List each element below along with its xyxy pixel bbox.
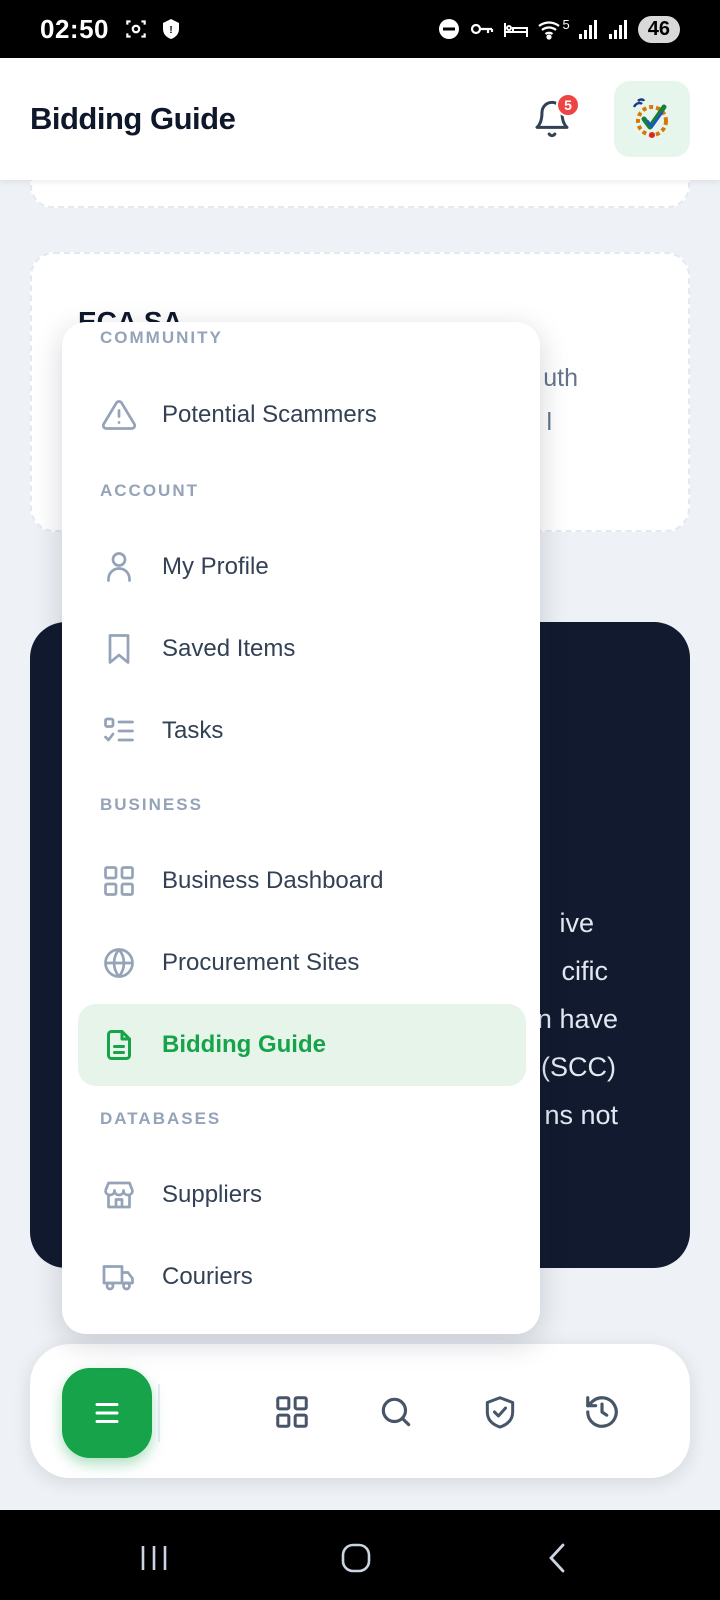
status-bar: 02:50 ! 5 46 [0, 0, 720, 58]
app-logo-icon [632, 98, 668, 138]
search-icon [381, 1397, 411, 1427]
menu-item-label: Couriers [162, 1263, 253, 1290]
menu-item-label: Suppliers [162, 1181, 263, 1208]
bottom-nav [30, 1344, 690, 1478]
app-logo-button[interactable] [614, 81, 690, 157]
recent-apps-button[interactable] [134, 1538, 174, 1578]
status-time: 02:50 [40, 13, 109, 44]
signal-icon-2 [608, 20, 627, 39]
dark-card-text: ive [559, 908, 594, 938]
menu-item-saved-items[interactable]: Saved Items [78, 608, 526, 690]
bed-icon [503, 23, 528, 37]
section-label-databases: DATABASES [100, 1109, 222, 1128]
menu-item-label: Tasks [162, 717, 224, 744]
nav-verify-button[interactable] [480, 1392, 520, 1432]
dashboard-grid-icon [100, 862, 138, 900]
menu-item-procurement-sites[interactable]: Procurement Sites [78, 922, 526, 1004]
user-icon [100, 548, 138, 586]
dark-card-text: cific [561, 956, 609, 986]
menu-item-label: Business Dashboard [162, 867, 384, 894]
globe-icon [100, 944, 138, 982]
warning-icon [100, 396, 138, 434]
app-header: Bidding Guide 5 [0, 58, 720, 180]
svg-text:!: ! [169, 25, 172, 36]
home-icon [341, 1543, 371, 1573]
nav-search-button[interactable] [376, 1392, 416, 1432]
page-title: Bidding Guide [30, 101, 236, 136]
system-nav-bar [0, 1510, 720, 1600]
key-icon [470, 23, 493, 35]
background-card-text: uth [543, 364, 578, 392]
menu-item-label: Potential Scammers [162, 401, 377, 428]
section-label-community: COMMUNITY [100, 328, 223, 347]
dark-card-text: n have [536, 1004, 618, 1034]
menu-item-potential-scammers[interactable]: Potential Scammers [78, 374, 526, 456]
dark-card-text: ns not [544, 1100, 618, 1130]
truck-icon [100, 1258, 138, 1296]
notification-badge: 5 [556, 93, 580, 117]
battery-level: 46 [637, 15, 680, 43]
screenshot-icon [126, 20, 146, 38]
menu-item-label: Procurement Sites [162, 949, 360, 976]
dark-card-text: (SCC) [541, 1052, 616, 1082]
background-card-text: l [546, 408, 552, 436]
menu-item-suppliers[interactable]: Suppliers [78, 1154, 526, 1236]
store-icon [100, 1176, 138, 1214]
nav-dashboard-button[interactable] [272, 1392, 312, 1432]
recent-apps-icon [141, 1546, 167, 1570]
document-icon [100, 1026, 138, 1064]
history-icon [586, 1396, 618, 1428]
menu-item-label: Bidding Guide [162, 1031, 326, 1058]
bookmark-icon [100, 630, 138, 668]
back-icon [549, 1543, 565, 1573]
menu-item-couriers[interactable]: Couriers [78, 1236, 526, 1318]
tasks-icon [100, 712, 138, 750]
shield-status-icon: ! [163, 19, 179, 39]
navigation-menu: COMMUNITY Potential Scammers ACCOUNT My … [62, 322, 540, 1334]
menu-item-my-profile[interactable]: My Profile [78, 526, 526, 608]
signal-icon [578, 20, 597, 39]
notifications-button[interactable]: 5 [532, 93, 580, 139]
dashboard-icon [276, 1396, 308, 1428]
wifi-icon [537, 21, 560, 40]
home-button[interactable] [336, 1538, 376, 1578]
section-label-business: BUSINESS [100, 795, 203, 814]
menu-item-business-dashboard[interactable]: Business Dashboard [78, 840, 526, 922]
section-label-account: ACCOUNT [100, 481, 199, 500]
menu-item-tasks[interactable]: Tasks [78, 690, 526, 772]
signal-label: 5 [562, 16, 570, 32]
dnd-icon [438, 19, 459, 39]
menu-toggle-button[interactable] [62, 1368, 152, 1458]
menu-item-label: Saved Items [162, 635, 296, 662]
shield-check-icon [485, 1396, 515, 1429]
hamburger-icon [95, 1402, 119, 1424]
menu-item-bidding-guide[interactable]: Bidding Guide [78, 1004, 526, 1086]
back-button[interactable] [538, 1538, 578, 1578]
nav-history-button[interactable] [582, 1392, 622, 1432]
menu-item-label: My Profile [162, 553, 269, 580]
nav-divider [158, 1384, 160, 1442]
